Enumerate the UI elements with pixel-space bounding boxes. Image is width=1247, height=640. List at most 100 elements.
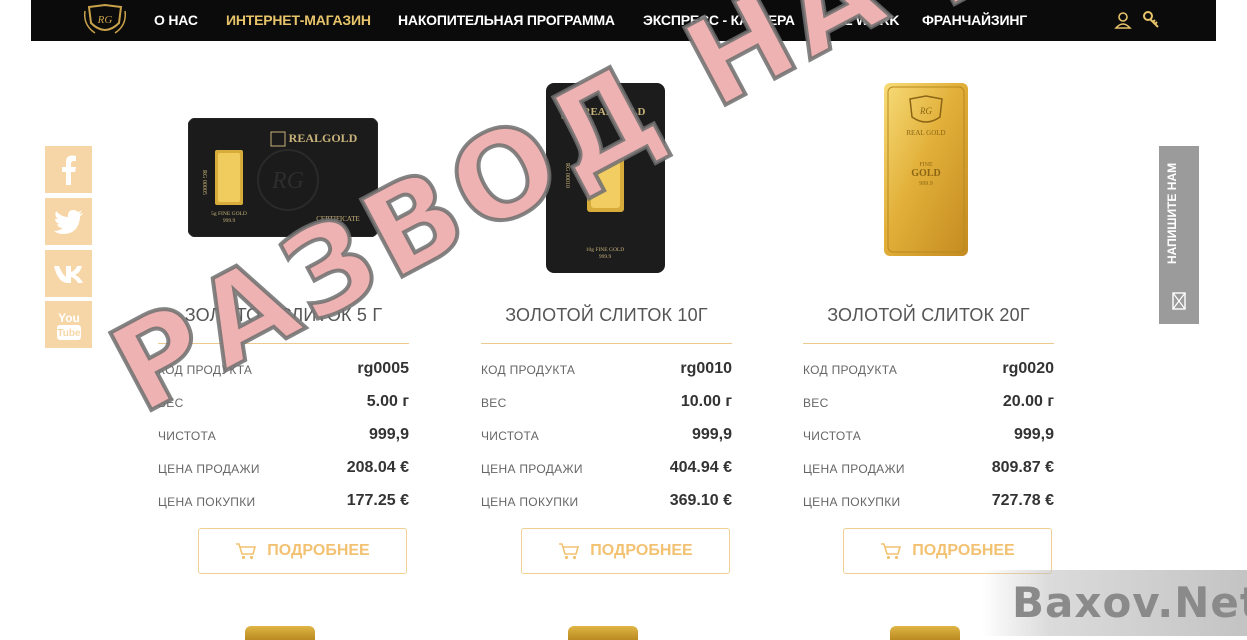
details-button[interactable]: ПОДРОБНЕЕ [843, 528, 1052, 574]
svg-text:5g FINE GOLD: 5g FINE GOLD [211, 211, 247, 217]
svg-text:999.9: 999.9 [599, 254, 612, 260]
gold-bar-20g-image[interactable]: RG REAL GOLD FINE GOLD 999.9 [884, 83, 968, 256]
youtube-button[interactable]: You Tube [45, 301, 92, 348]
spec-row-weight: ВЕС 10.00 г [481, 392, 732, 414]
facebook-button[interactable] [45, 146, 92, 193]
spec-label: ЦЕНА ПОКУПКИ [481, 495, 579, 509]
nav-item-savings-program[interactable]: НАКОПИТЕЛЬНАЯ ПРОГРАММА [398, 0, 615, 41]
spec-label: КОД ПРОДУКТА [481, 363, 576, 377]
spec-row-code: КОД ПРОДУКТА rg0010 [481, 359, 732, 381]
details-button-label: ПОДРОБНЕЕ [590, 542, 693, 559]
spec-label: ЧИСТОТА [158, 429, 217, 443]
spec-label: ЦЕНА ПРОДАЖИ [803, 462, 905, 476]
svg-text:10g FINE GOLD: 10g FINE GOLD [586, 247, 625, 253]
spec-value: 999,9 [1013, 426, 1054, 443]
title-divider [481, 343, 732, 344]
cart-icon [881, 543, 902, 560]
details-button[interactable]: ПОДРОБНЕЕ [198, 528, 407, 574]
next-product-image-peek [245, 626, 315, 640]
spec-row-purity: ЧИСТОТА 999,9 [158, 425, 409, 447]
gold-bar-10g-image[interactable]: REALGOLD RG 00010 10g FINE GOLD 999.9 [546, 83, 665, 273]
svg-text:REAL GOLD: REAL GOLD [906, 129, 945, 137]
next-product-image-peek [890, 626, 960, 640]
realgold-logo[interactable]: RG [83, 3, 127, 37]
spec-row-weight: ВЕС 20.00 г [803, 392, 1054, 414]
twitter-button[interactable] [45, 198, 92, 245]
spec-row-purity: ЧИСТОТА 999,9 [481, 425, 732, 447]
twitter-icon [53, 209, 83, 234]
spec-row-sell-price: ЦЕНА ПРОДАЖИ 809.87 € [803, 458, 1054, 480]
nav-item-shop[interactable]: ИНТЕРНЕТ-МАГАЗИН [226, 0, 371, 41]
spec-label: ЧИСТОТА [803, 429, 862, 443]
spec-row-code: КОД ПРОДУКТА rg0005 [158, 359, 409, 381]
spec-row-buy-price: ЦЕНА ПОКУПКИ 177.25 € [158, 491, 409, 513]
spec-label: ВЕС [158, 396, 184, 410]
product-title[interactable]: ЗОЛОТОЙ СЛИТОК 5 Г [158, 305, 409, 326]
svg-text:RG: RG [271, 168, 304, 194]
spec-value: 10.00 г [680, 393, 732, 410]
cart-icon [559, 543, 580, 560]
spec-label: ЦЕНА ПОКУПКИ [158, 495, 256, 509]
spec-value: 20.00 г [1002, 393, 1054, 410]
site-watermark: Baxov.Net [982, 570, 1247, 636]
nav-item-express-career[interactable]: ЭКСПРЕСС - КАРЬЕРА [643, 0, 795, 41]
top-nav: RG О НАС ИНТЕРНЕТ-МАГАЗИН НАКОПИТЕЛЬНАЯ … [31, 0, 1216, 41]
title-divider [158, 343, 409, 344]
spec-value: 369.10 € [669, 492, 732, 509]
cart-icon [236, 543, 257, 560]
svg-text:REALGOLD: REALGOLD [583, 106, 646, 118]
spec-value: rg0020 [1002, 360, 1054, 377]
nav-item-franchising[interactable]: ФРАНЧАЙЗИНГ [922, 0, 1027, 41]
spec-row-purity: ЧИСТОТА 999,9 [803, 425, 1054, 447]
svg-text:Tube: Tube [57, 328, 81, 339]
svg-text:GOLD: GOLD [911, 168, 940, 179]
youtube-icon: You Tube [56, 311, 81, 340]
spec-value: rg0005 [357, 360, 409, 377]
vk-button[interactable] [45, 250, 92, 297]
gold-bar-5g-image[interactable]: RG REALGOLD RG 00005 5g FINE GOLD 999.9 … [188, 118, 378, 237]
svg-text:CERTIFICATE: CERTIFICATE [316, 215, 360, 223]
spec-label: КОД ПРОДУКТА [803, 363, 898, 377]
svg-text:RG: RG [97, 14, 113, 26]
spec-value: 999,9 [368, 426, 409, 443]
svg-text:999.9: 999.9 [223, 218, 236, 224]
svg-text:You: You [58, 311, 80, 325]
svg-text:REALGOLD: REALGOLD [289, 131, 358, 145]
nav-item-real-work[interactable]: REAL WORK [815, 0, 899, 41]
svg-text:RG: RG [919, 106, 932, 116]
spec-label: ЦЕНА ПРОДАЖИ [481, 462, 583, 476]
contact-us-label: НАПИШИТЕ НАМ [1165, 162, 1179, 264]
key-icon[interactable] [1142, 10, 1162, 30]
next-product-image-peek [568, 626, 638, 640]
spec-value: 809.87 € [991, 459, 1054, 476]
spec-value: 999,9 [691, 426, 732, 443]
spec-row-buy-price: ЦЕНА ПОКУПКИ 369.10 € [481, 491, 732, 513]
spec-label: ВЕС [803, 396, 829, 410]
product-title[interactable]: ЗОЛОТОЙ СЛИТОК 20Г [803, 305, 1054, 326]
spec-label: ЦЕНА ПОКУПКИ [803, 495, 901, 509]
spec-row-sell-price: ЦЕНА ПРОДАЖИ 208.04 € [158, 458, 409, 480]
spec-value: 177.25 € [346, 492, 409, 509]
facebook-icon [61, 155, 76, 185]
spec-value: rg0010 [680, 360, 732, 377]
svg-text:RG 00005: RG 00005 [201, 170, 207, 195]
spec-label: ЦЕНА ПРОДАЖИ [158, 462, 260, 476]
spec-row-buy-price: ЦЕНА ПОКУПКИ 727.78 € [803, 491, 1054, 513]
details-button[interactable]: ПОДРОБНЕЕ [521, 528, 730, 574]
watermark-text: Baxov.Net [1012, 578, 1247, 627]
spec-row-weight: ВЕС 5.00 г [158, 392, 409, 414]
spec-label: КОД ПРОДУКТА [158, 363, 253, 377]
svg-text:RG 00010: RG 00010 [564, 163, 570, 188]
spec-value: 727.78 € [991, 492, 1054, 509]
spec-row-sell-price: ЦЕНА ПРОДАЖИ 404.94 € [481, 458, 732, 480]
user-icon[interactable] [1113, 10, 1133, 30]
product-title[interactable]: ЗОЛОТОЙ СЛИТОК 10Г [481, 305, 732, 326]
nav-item-about[interactable]: О НАС [154, 0, 198, 41]
mail-icon [1172, 292, 1186, 310]
title-divider [803, 343, 1054, 344]
svg-text:999.9: 999.9 [919, 181, 933, 187]
spec-value: 5.00 г [366, 393, 409, 410]
details-button-label: ПОДРОБНЕЕ [912, 542, 1015, 559]
contact-us-tab[interactable]: НАПИШИТЕ НАМ [1159, 146, 1199, 324]
spec-value: 208.04 € [346, 459, 409, 476]
